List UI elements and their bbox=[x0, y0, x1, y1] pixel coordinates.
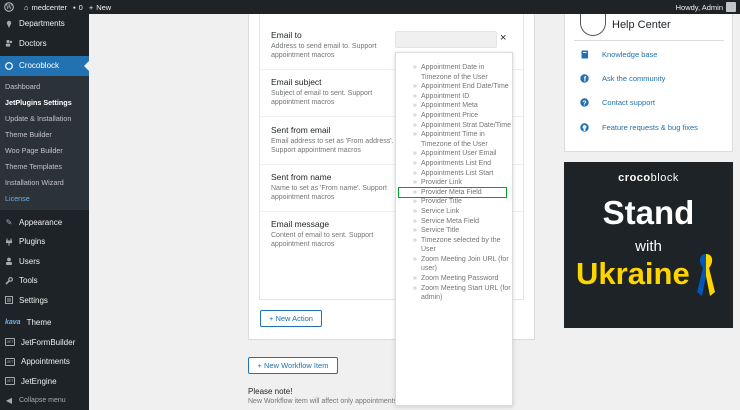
comment-icon: ▪ bbox=[72, 2, 76, 12]
macro-item[interactable]: Timezone selected by the User bbox=[396, 236, 512, 255]
crocoblock-submenu: Dashboard JetPlugins Settings Update & I… bbox=[0, 75, 89, 210]
user-icon bbox=[5, 257, 13, 266]
sidebar-item-settings[interactable]: Settings bbox=[0, 291, 89, 311]
site-name-link[interactable]: ⌂ medcenter bbox=[24, 3, 67, 12]
question-icon: ? bbox=[580, 98, 589, 107]
sidebar-item-tools[interactable]: Tools bbox=[0, 271, 89, 291]
submenu-jetplugins-settings[interactable]: JetPlugins Settings bbox=[0, 95, 89, 111]
macro-item[interactable]: Service Title bbox=[396, 226, 512, 236]
sidebar-item-plugins[interactable]: Plugins bbox=[0, 232, 89, 252]
divider bbox=[574, 40, 724, 41]
knowledge-base-link[interactable]: Knowledge base bbox=[580, 50, 657, 59]
jet-icon: JET bbox=[5, 338, 15, 347]
submenu-update-installation[interactable]: Update & Installation bbox=[0, 111, 89, 127]
book-icon bbox=[580, 50, 589, 59]
email-to-input[interactable] bbox=[395, 31, 497, 48]
macro-item[interactable]: Appointment Date in Timezone of the User bbox=[396, 63, 512, 82]
new-workflow-item-button[interactable]: + New Workflow Item bbox=[248, 357, 338, 374]
macro-item[interactable]: Appointment Time in Timezone of the User bbox=[396, 130, 512, 149]
submenu-installation-wizard[interactable]: Installation Wizard bbox=[0, 175, 89, 191]
jet-icon: JET bbox=[5, 357, 15, 366]
macro-item-selected[interactable]: Provider Meta Field bbox=[398, 186, 507, 199]
macro-item[interactable]: Zoom Meeting Start URL (for admin) bbox=[396, 284, 512, 303]
sidebar-item-jetformbuilder[interactable]: JET JetFormBuilder bbox=[0, 333, 89, 353]
facebook-icon: f bbox=[580, 74, 589, 83]
stand-with-ukraine-banner[interactable]: crocoblock Stand with Ukraine bbox=[564, 162, 733, 328]
pin-icon bbox=[5, 20, 13, 28]
kava-logo: kava bbox=[5, 319, 21, 327]
ukraine-ribbon-icon bbox=[697, 254, 715, 296]
macro-item[interactable]: Appointments List End bbox=[396, 159, 512, 169]
ask-community-link[interactable]: f Ask the community bbox=[580, 74, 665, 83]
collapse-menu-button[interactable]: ◀ Collapse menu bbox=[0, 391, 89, 410]
admin-bar: W ⌂ medcenter ▪ 0 + New Howdy, Admin bbox=[0, 0, 740, 14]
note-title: Please note! bbox=[248, 387, 293, 396]
macro-item[interactable]: Appointment Strat Date/Time bbox=[396, 121, 512, 131]
submenu-theme-builder[interactable]: Theme Builder bbox=[0, 127, 89, 143]
submenu-dashboard[interactable]: Dashboard bbox=[0, 79, 89, 95]
submenu-theme-templates[interactable]: Theme Templates bbox=[0, 159, 89, 175]
admin-sidebar: Departments Doctors Crocoblock Dashboard… bbox=[0, 14, 89, 410]
sidebar-item-jetengine[interactable]: JET JetEngine bbox=[0, 372, 89, 392]
avatar bbox=[726, 2, 736, 12]
help-circle-icon bbox=[580, 14, 606, 36]
submenu-license[interactable]: License bbox=[0, 191, 89, 207]
macro-item[interactable]: Appointments List Start bbox=[396, 169, 512, 179]
wrench-icon bbox=[5, 276, 13, 285]
help-center-title: Help Center bbox=[612, 19, 671, 31]
collapse-icon: ◀ bbox=[5, 396, 13, 406]
new-action-button[interactable]: + New Action bbox=[260, 310, 322, 327]
help-center-header: Help Center bbox=[580, 14, 671, 36]
comments-link[interactable]: ▪ 0 bbox=[73, 3, 83, 12]
macro-item[interactable]: Service Meta Field bbox=[396, 217, 512, 227]
macro-item[interactable]: Provider Title bbox=[396, 197, 512, 207]
plug-icon bbox=[5, 238, 13, 246]
crocoblock-logo: crocoblock bbox=[618, 172, 679, 184]
macro-item[interactable]: Provider Link bbox=[396, 178, 512, 188]
sidebar-item-appointments[interactable]: JET Appointments bbox=[0, 352, 89, 372]
macro-item[interactable]: Zoom Meeting Join URL (for user) bbox=[396, 255, 512, 274]
banner-line-stand: Stand bbox=[602, 194, 695, 231]
new-content-link[interactable]: + New bbox=[89, 3, 111, 12]
svg-text:W: W bbox=[6, 4, 13, 11]
svg-text:?: ? bbox=[582, 100, 586, 107]
sidebar-item-appearance[interactable]: ✎ Appearance bbox=[0, 213, 89, 233]
croco-icon bbox=[5, 61, 13, 70]
macro-item[interactable]: Appointment ID bbox=[396, 92, 512, 102]
sidebar-item-users[interactable]: Users bbox=[0, 252, 89, 272]
sidebar-item-crocoblock[interactable]: Crocoblock bbox=[0, 56, 89, 76]
banner-line-ukraine: Ukraine bbox=[576, 256, 690, 291]
macros-dropdown: Appointment Date in Timezone of the User… bbox=[395, 52, 513, 406]
home-icon: ⌂ bbox=[24, 2, 29, 12]
macro-item[interactable]: Appointment End Date/Time bbox=[396, 82, 512, 92]
settings-icon bbox=[5, 296, 13, 305]
account-menu[interactable]: Howdy, Admin bbox=[676, 0, 736, 14]
sidebar-item-doctors[interactable]: Doctors bbox=[0, 34, 89, 54]
feature-requests-link[interactable]: Feature requests & bug fixes bbox=[580, 123, 698, 132]
macro-item[interactable]: Appointment User Email bbox=[396, 149, 512, 159]
submenu-woo-page-builder[interactable]: Woo Page Builder bbox=[0, 143, 89, 159]
macro-item[interactable]: Service Link bbox=[396, 207, 512, 217]
sidebar-item-departments[interactable]: Departments bbox=[0, 14, 89, 34]
wordpress-logo-icon[interactable]: W bbox=[0, 2, 18, 12]
macro-item[interactable]: Appointment Price bbox=[396, 111, 512, 121]
close-icon[interactable]: × bbox=[500, 32, 506, 44]
users-icon bbox=[5, 39, 13, 47]
brush-icon: ✎ bbox=[5, 217, 13, 227]
macro-item[interactable]: Zoom Meeting Password bbox=[396, 274, 512, 284]
macro-item[interactable]: Appointment Meta bbox=[396, 101, 512, 111]
contact-support-link[interactable]: ? Contact support bbox=[580, 98, 655, 107]
sidebar-item-kava-theme[interactable]: kava Theme bbox=[0, 313, 89, 333]
note-text: New Workflow item will affect only appoi… bbox=[248, 398, 398, 405]
jet-icon: JET bbox=[5, 377, 15, 386]
github-icon bbox=[580, 123, 589, 132]
plus-icon: + bbox=[88, 2, 94, 12]
